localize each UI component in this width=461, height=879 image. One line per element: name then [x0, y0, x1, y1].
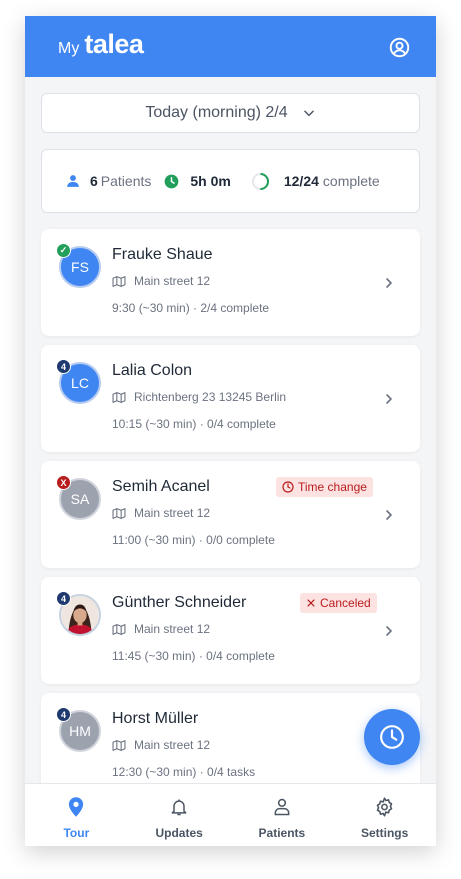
clock-fab-button[interactable]: [364, 709, 420, 765]
progress-ring-icon: [251, 172, 269, 190]
address-text: Main street 12: [134, 506, 211, 520]
time-change-tag: Time change: [276, 477, 373, 497]
gear-icon: [376, 797, 393, 817]
task-count-badge: 4: [56, 707, 71, 722]
close-icon: [307, 599, 315, 607]
map-icon: [112, 739, 126, 751]
bell-icon: [171, 799, 187, 816]
patient-name: Semih Acanel: [112, 478, 210, 495]
avatar-initials: HM: [69, 723, 91, 739]
chevron-right-icon: [386, 510, 392, 520]
address-text: Main street 12: [134, 622, 211, 636]
patient-name: Lalia Colon: [112, 362, 193, 379]
avatar-initials: SA: [70, 491, 90, 507]
app-logo: My talea: [58, 29, 144, 60]
nav-label: Updates: [155, 826, 203, 840]
patients-label: Patients: [100, 173, 152, 189]
map-icon: [112, 507, 126, 519]
check-badge: ✓: [56, 243, 71, 258]
chevron-right-icon: [386, 626, 392, 636]
clock-icon: [380, 725, 404, 749]
patient-name: Günther Schneider: [112, 594, 247, 611]
visit-meta: 12:30 (~30 min) · 0/4 tasks: [112, 765, 256, 779]
avatar-initials: LC: [71, 375, 89, 391]
task-count-badge: 4: [56, 359, 71, 374]
clock-icon: [165, 174, 179, 188]
patient-address: Main street 12: [112, 622, 210, 636]
canceled-tag: Canceled: [300, 593, 377, 613]
patient-name: Frauke Shaue: [112, 246, 213, 263]
progress-label: complete: [322, 173, 380, 189]
nav-label: Tour: [63, 826, 90, 840]
address-text: Main street 12: [134, 738, 211, 752]
patient-card[interactable]: LC 4 Lalia Colon Richtenberg 23 13245 Be…: [41, 345, 420, 452]
chevron-down-icon: [303, 110, 314, 117]
summary-duration: 5h 0m: [164, 173, 231, 189]
patient-card[interactable]: FS ✓ Frauke Shaue Main street 12 9:30 (~…: [41, 229, 420, 336]
address-text: Main street 12: [134, 274, 211, 288]
app-header: My talea: [25, 16, 436, 77]
app-screen: My talea Today (morning) 2/4 6 Patients …: [25, 16, 436, 846]
address-text: Richtenberg 23 13245 Berlin: [134, 390, 287, 404]
nav-updates[interactable]: Updates: [128, 784, 231, 846]
visit-meta: 9:30 (~30 min) · 2/4 complete: [112, 301, 270, 315]
task-count-badge: 4: [56, 591, 71, 606]
chevron-right-icon: [386, 278, 392, 288]
patient-address: Main street 12: [112, 274, 210, 288]
patient-card[interactable]: 4 Günther Schneider Canceled Main street…: [41, 577, 420, 684]
chevron-right-icon: [386, 394, 392, 404]
bottom-nav: Tour Updates Patients Settings: [25, 783, 436, 846]
patient-card[interactable]: SA X Semih Acanel Time change Main stree…: [41, 461, 420, 568]
map-icon: [112, 275, 126, 287]
patient-address: Main street 12: [112, 506, 210, 520]
nav-label: Settings: [360, 826, 409, 840]
tag-label: Time change: [298, 480, 367, 494]
summary-patients: 6 Patients: [66, 173, 151, 189]
patient-address: Main street 12: [112, 738, 210, 752]
nav-tour[interactable]: Tour: [25, 784, 128, 846]
visit-meta: 11:00 (~30 min) · 0/0 complete: [112, 533, 275, 547]
nav-settings[interactable]: Settings: [333, 784, 436, 846]
duration-value: 5h 0m: [190, 173, 231, 189]
tour-summary: 6 Patients 5h 0m 12/24 complete: [41, 149, 420, 213]
user-circle-icon[interactable]: [389, 37, 410, 58]
nav-patients[interactable]: Patients: [231, 784, 334, 846]
clock-icon: [282, 481, 294, 493]
patient-address: Richtenberg 23 13245 Berlin: [112, 390, 286, 404]
status-badge: X: [56, 475, 71, 490]
nav-label: Patients: [258, 826, 306, 840]
summary-progress: 12/24 complete: [251, 172, 380, 191]
shift-selector-label: Today (morning) 2/4: [145, 104, 288, 121]
visit-meta: 11:45 (~30 min) · 0/4 complete: [112, 649, 275, 663]
progress-value: 12/24: [283, 173, 319, 189]
shift-selector[interactable]: Today (morning) 2/4: [41, 93, 420, 133]
logo-prefix: My: [58, 40, 80, 57]
location-pin-icon: [69, 797, 84, 817]
visit-meta: 10:15 (~30 min) · 0/4 complete: [112, 417, 276, 431]
tag-label: Canceled: [320, 596, 371, 610]
patient-name: Horst Müller: [112, 710, 199, 727]
map-icon: [112, 391, 126, 403]
map-icon: [112, 623, 126, 635]
patients-count: 6: [90, 173, 98, 189]
person-icon: [274, 798, 290, 816]
logo-brand: talea: [84, 29, 144, 59]
person-icon: [67, 175, 79, 187]
avatar-initials: FS: [71, 259, 89, 275]
